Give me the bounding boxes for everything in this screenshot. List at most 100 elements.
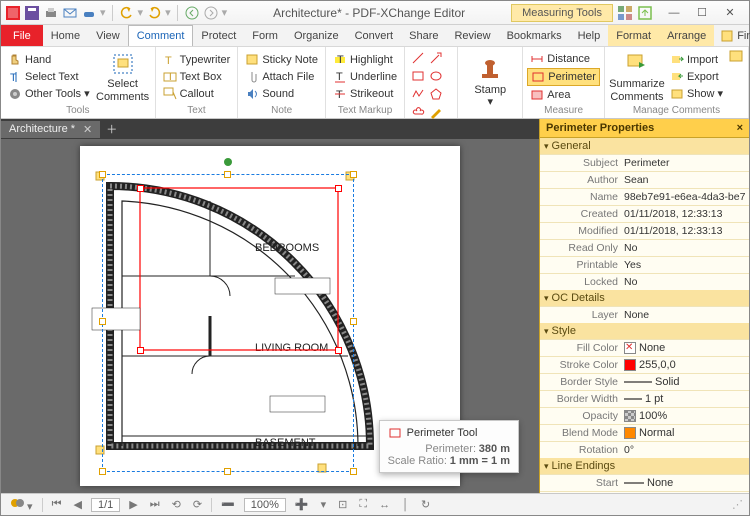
- distance-tool[interactable]: Distance: [527, 51, 600, 67]
- menu-protect[interactable]: Protect: [193, 25, 244, 46]
- ribbon: Hand TSelect Text Other Tools ▾ Select C…: [1, 47, 749, 119]
- minimize-button[interactable]: —: [661, 4, 687, 22]
- show-comments[interactable]: Show ▾: [667, 86, 726, 102]
- selection-bounds[interactable]: [102, 174, 354, 472]
- ribbon-group-manage: Summarize Comments Import Export Show ▾ …: [605, 47, 749, 118]
- perimeter-tool[interactable]: Perimeter: [527, 68, 600, 86]
- area-tool[interactable]: Area: [527, 87, 600, 103]
- shape-polygon-icon[interactable]: [429, 87, 444, 102]
- ribbon-group-stamp: Stamp ▾: [458, 47, 523, 118]
- launch-icon[interactable]: [637, 5, 653, 21]
- svg-text:T: T: [165, 55, 172, 67]
- menubar: File Home View Comment Protect Form Orga…: [1, 25, 749, 47]
- close-button[interactable]: ✕: [717, 4, 743, 22]
- svg-text:T: T: [337, 54, 344, 66]
- page-prev-icon[interactable]: ◀: [70, 498, 84, 511]
- menu-form[interactable]: Form: [244, 25, 286, 46]
- nav-back-icon[interactable]: [184, 5, 200, 21]
- menu-arrange[interactable]: Arrange: [659, 25, 714, 46]
- import-comments[interactable]: Import: [667, 52, 726, 68]
- sticky-note-tool[interactable]: Sticky Note: [242, 52, 321, 68]
- textbox-tool[interactable]: TText Box: [160, 69, 234, 85]
- menu-review[interactable]: Review: [446, 25, 498, 46]
- new-tab-button[interactable]: ＋: [100, 121, 123, 137]
- close-tab-icon[interactable]: ✕: [83, 123, 92, 136]
- ribbon-group-note: Sticky Note Attach File Sound Note: [238, 47, 326, 118]
- select-text-tool[interactable]: TSelect Text: [5, 69, 93, 85]
- menu-organize[interactable]: Organize: [286, 25, 347, 46]
- underline-tool[interactable]: TUnderline: [330, 69, 400, 85]
- svg-text:T: T: [167, 71, 174, 83]
- page-nav-back-icon[interactable]: ⟲: [169, 498, 184, 511]
- page-first-icon[interactable]: ⏮: [49, 498, 65, 511]
- shape-cloud-icon[interactable]: [411, 105, 426, 120]
- menu-format[interactable]: Format: [608, 25, 659, 46]
- page-next-icon[interactable]: ▶: [126, 498, 140, 511]
- zoom-in-icon[interactable]: ➕: [292, 498, 312, 511]
- shape-pencil-icon[interactable]: [429, 105, 444, 120]
- typewriter-tool[interactable]: TTypewriter: [160, 52, 234, 68]
- section-general[interactable]: ▾General: [540, 138, 749, 154]
- zoom-out-icon[interactable]: ➖: [218, 498, 238, 511]
- shape-polyline-icon[interactable]: [411, 87, 426, 102]
- close-panel-icon[interactable]: ×: [737, 122, 743, 134]
- section-style[interactable]: ▾Style: [540, 323, 749, 339]
- document-tabbar: Architecture *✕ ＋: [1, 119, 539, 139]
- app-icon: [5, 5, 21, 21]
- callout-tool[interactable]: Callout: [160, 86, 234, 102]
- svg-text:T: T: [336, 89, 343, 101]
- properties-header: Perimeter Properties ×: [540, 119, 749, 138]
- document-tab[interactable]: Architecture *✕: [1, 121, 100, 138]
- shape-oval-icon[interactable]: [429, 69, 444, 84]
- menu-share[interactable]: Share: [401, 25, 446, 46]
- redo-icon[interactable]: [146, 5, 162, 21]
- ribbon-group-tools: Hand TSelect Text Other Tools ▾ Select C…: [1, 47, 156, 118]
- shape-arrow-icon[interactable]: [429, 51, 444, 66]
- quick-access-toolbar: ▾ ▾ ▾ ▾: [1, 5, 227, 21]
- file-menu[interactable]: File: [1, 25, 43, 46]
- summarize-comments[interactable]: Summarize Comments: [609, 49, 665, 104]
- scan-icon[interactable]: [81, 5, 97, 21]
- ui-options-icon[interactable]: [617, 5, 633, 21]
- highlight-tool[interactable]: THighlight: [330, 52, 400, 68]
- section-oc[interactable]: ▾OC Details: [540, 290, 749, 306]
- comments-list-icon[interactable]: [728, 49, 744, 65]
- menu-convert[interactable]: Convert: [347, 25, 402, 46]
- undo-icon[interactable]: [119, 5, 135, 21]
- email-icon[interactable]: [62, 5, 78, 21]
- menu-comment[interactable]: Comment: [128, 25, 194, 46]
- canvas[interactable]: BEDROOMS LIVING ROOM BASEMENT: [1, 139, 539, 493]
- zoom-actual-icon[interactable]: ⊡: [335, 498, 350, 511]
- find-button[interactable]: Find...: [714, 25, 750, 46]
- page-indicator[interactable]: 1/1: [91, 498, 120, 512]
- ribbon-group-measure: Distance Perimeter Area Measure: [523, 47, 605, 118]
- menu-view[interactable]: View: [88, 25, 128, 46]
- attach-file-tool[interactable]: Attach File: [242, 69, 321, 85]
- menu-bookmarks[interactable]: Bookmarks: [499, 25, 570, 46]
- resize-grip[interactable]: ⋰: [732, 498, 743, 511]
- properties-panel: Perimeter Properties × ▾General SubjectP…: [539, 119, 749, 493]
- export-comments[interactable]: Export: [667, 69, 726, 85]
- save-icon[interactable]: [24, 5, 40, 21]
- hand-tool[interactable]: Hand: [5, 52, 93, 68]
- zoom-fit-icon[interactable]: ⛶: [356, 498, 370, 511]
- print-icon[interactable]: [43, 5, 59, 21]
- page-last-icon[interactable]: ⏭: [147, 498, 163, 511]
- maximize-button[interactable]: ☐: [689, 4, 715, 22]
- page-nav-fwd-icon[interactable]: ⟳: [190, 498, 205, 511]
- nav-fwd-icon[interactable]: [203, 5, 219, 21]
- shape-rect-icon[interactable]: [411, 69, 426, 84]
- section-line[interactable]: ▾Line Endings: [540, 458, 749, 474]
- other-tools[interactable]: Other Tools ▾: [5, 86, 93, 102]
- shape-line-icon[interactable]: [411, 51, 426, 66]
- select-comments-tool[interactable]: Select Comments: [95, 49, 151, 104]
- stamp-tool[interactable]: Stamp ▾: [462, 49, 518, 115]
- zoom-level[interactable]: 100%: [244, 498, 286, 512]
- options-icon[interactable]: ▾: [7, 496, 36, 513]
- sound-tool[interactable]: Sound: [242, 86, 321, 102]
- rotate-cw-icon[interactable]: ↻: [418, 498, 433, 511]
- zoom-width-icon[interactable]: ↔: [376, 499, 393, 511]
- menu-home[interactable]: Home: [43, 25, 88, 46]
- strikeout-tool[interactable]: TStrikeout: [330, 86, 400, 102]
- menu-help[interactable]: Help: [570, 25, 609, 46]
